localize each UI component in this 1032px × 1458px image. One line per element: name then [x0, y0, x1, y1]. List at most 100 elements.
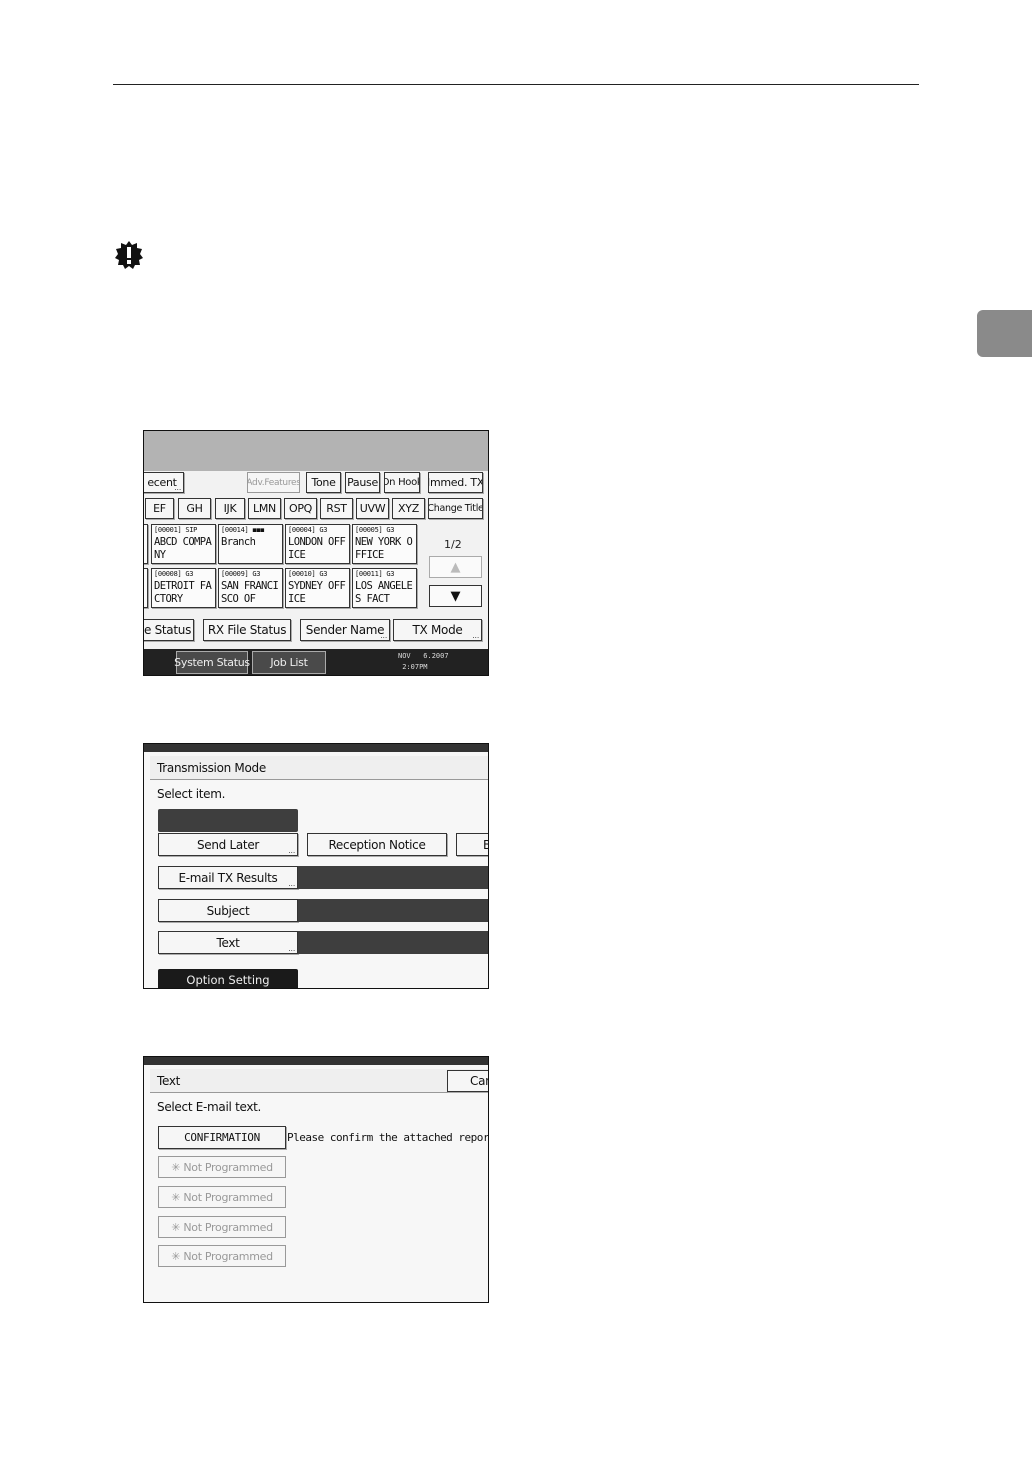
reception-notice-button[interactable]: Reception Notice [307, 833, 447, 856]
dialog-prompt: Select E-mail text. [157, 1100, 262, 1114]
destination-name: DETROIT FA CTORY [154, 580, 212, 605]
change-title-button[interactable]: Change Title [428, 498, 483, 519]
up-arrow-icon: ▲ [450, 559, 461, 575]
destination-name: ABCD COMPA NY [154, 536, 212, 561]
text-preview: Please confirm the attached report [287, 1131, 489, 1144]
system-status-button[interactable]: System Status [174, 651, 250, 674]
tab-opq-label: OPQ [288, 502, 313, 515]
email-tx-results-button[interactable]: E-mail TX Results [158, 866, 298, 889]
tab-ef-label: EF [153, 502, 166, 515]
rx-file-status-label: RX File Status [207, 623, 287, 637]
job-list-button[interactable]: Job List [252, 651, 326, 674]
not-programmed-button[interactable]: ✳ Not Programmed [158, 1245, 286, 1267]
not-programmed-button[interactable]: ✳ Not Programmed [158, 1216, 286, 1238]
destination-code: [00001] SIP [154, 526, 198, 534]
destination-code: [00008] G3 [154, 570, 194, 578]
tab-ijk[interactable]: IJK [215, 498, 245, 519]
tab-uvw-label: UVW [359, 502, 386, 515]
not-programmed-label: ✳ Not Programmed [171, 1249, 273, 1263]
immed-tx-button[interactable]: Immed. TX [428, 472, 483, 493]
status-message-area [144, 431, 488, 471]
option-setting-button[interactable]: Option Setting [158, 969, 298, 988]
destination-name: LONDON OFF ICE [288, 536, 346, 561]
tone-button[interactable]: Tone [306, 472, 341, 493]
destination-key[interactable]: [00009] G3 SAN FRANCI SCO OF [218, 568, 283, 608]
destination-partial-1[interactable] [144, 524, 148, 564]
tab-gh[interactable]: GH [178, 498, 211, 519]
tab-uvw[interactable]: UVW [356, 498, 389, 519]
send-later-label: Send Later [196, 837, 260, 852]
text-value [298, 931, 488, 954]
tab-rst-label: RST [326, 502, 347, 515]
cut-off-button[interactable]: B [456, 833, 488, 856]
email-text-screenshot: Text Can Select E-mail text. CONFIRMATIO… [143, 1056, 489, 1303]
fax-main-screenshot: ecent Adv.Features Tone Pause On Hook Im… [143, 430, 489, 676]
text-button[interactable]: Text [158, 931, 298, 954]
file-status-label: le Status [143, 623, 192, 637]
chapter-tab [977, 310, 1032, 357]
on-hook-button[interactable]: On Hook [384, 472, 420, 493]
not-programmed-button[interactable]: ✳ Not Programmed [158, 1156, 286, 1178]
not-programmed-button[interactable]: ✳ Not Programmed [158, 1186, 286, 1208]
confirmation-button[interactable]: CONFIRMATION [158, 1126, 286, 1149]
recent-button[interactable]: ecent [144, 472, 184, 493]
page-up-button[interactable]: ▲ [429, 556, 482, 578]
tab-ijk-label: IJK [223, 502, 237, 515]
dialog-title: Transmission Mode [150, 756, 488, 780]
tab-xyz-label: XYZ [398, 502, 419, 515]
tab-lmn[interactable]: LMN [248, 498, 281, 519]
pause-button[interactable]: Pause [345, 472, 380, 493]
destination-key[interactable]: [00010] G3 SYDNEY OFF ICE [285, 568, 350, 608]
not-programmed-label: ✳ Not Programmed [171, 1190, 273, 1204]
sender-name-label: Sender Name [305, 623, 385, 637]
destination-partial-2[interactable] [144, 568, 148, 608]
destination-code: [00004] G3 [288, 526, 328, 534]
destination-code: [00005] G3 [355, 526, 395, 534]
destination-name: SYDNEY OFF ICE [288, 580, 346, 605]
tab-ef[interactable]: EF [145, 498, 174, 519]
file-status-button[interactable]: le Status [143, 619, 194, 641]
dialog-title-text: Text [157, 1073, 181, 1088]
cut-off-label: B [483, 838, 488, 852]
tab-rst[interactable]: RST [320, 498, 353, 519]
pause-label: Pause [347, 476, 378, 489]
top-edge [144, 1057, 488, 1065]
destination-code: [00014] ◼◼◼ [221, 526, 265, 534]
reception-notice-label: Reception Notice [328, 837, 426, 852]
tab-xyz[interactable]: XYZ [392, 498, 425, 519]
destination-key[interactable]: [00001] SIP ABCD COMPA NY [151, 524, 216, 564]
tab-opq[interactable]: OPQ [284, 498, 317, 519]
date-time: NOV 6.2007 2:07PM [398, 652, 449, 671]
subject-value [298, 899, 488, 922]
system-status-label: System Status [174, 656, 250, 669]
page-counter: 1/2 [444, 538, 462, 551]
header-rule [113, 84, 919, 85]
email-tx-results-value [298, 866, 488, 889]
destination-name: Branch [221, 536, 256, 548]
highlighted-item [158, 809, 298, 832]
destination-code: [00011] G3 [355, 570, 395, 578]
cancel-button[interactable]: Can [447, 1070, 488, 1092]
page-down-button[interactable]: ▼ [429, 585, 482, 607]
subject-button[interactable]: Subject [158, 899, 298, 922]
rx-file-status-button[interactable]: RX File Status [203, 619, 291, 641]
recent-label: ecent [147, 476, 177, 489]
not-programmed-label: ✳ Not Programmed [171, 1160, 273, 1174]
not-programmed-label: ✳ Not Programmed [171, 1220, 273, 1234]
sender-name-button[interactable]: Sender Name [300, 619, 390, 641]
adv-features-button[interactable]: Adv.Features [247, 472, 300, 493]
important-icon [115, 241, 143, 269]
destination-key[interactable]: [00004] G3 LONDON OFF ICE [285, 524, 350, 564]
tx-mode-button[interactable]: TX Mode [393, 619, 482, 641]
destination-name: LOS ANGELE S FACT [355, 580, 413, 605]
text-label: Text [216, 935, 240, 950]
cancel-label: Can [470, 1074, 488, 1088]
send-later-button[interactable]: Send Later [158, 833, 298, 856]
destination-key[interactable]: [00005] G3 NEW YORK O FFICE [352, 524, 417, 564]
destination-key[interactable]: [00008] G3 DETROIT FA CTORY [151, 568, 216, 608]
destination-key[interactable]: [00011] G3 LOS ANGELE S FACT [352, 568, 417, 608]
destination-key[interactable]: [00014] ◼◼◼ Branch [218, 524, 283, 564]
tab-lmn-label: LMN [253, 502, 276, 515]
change-title-label: Change Title [428, 503, 483, 514]
destination-code: [00010] G3 [288, 570, 328, 578]
